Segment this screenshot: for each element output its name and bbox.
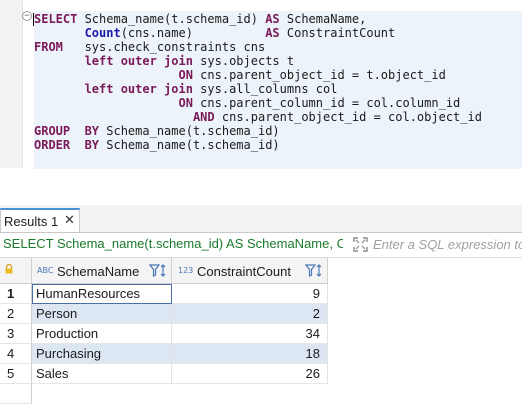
sql-text: Schema_name(t.schema_id) — [77, 12, 266, 26]
row-number[interactable]: 1 — [0, 284, 32, 304]
sql-code-line[interactable]: left outer join sys.objects t — [34, 54, 295, 68]
table-row[interactable]: 1 HumanResources 9 — [0, 284, 328, 304]
filter-sort-icon[interactable] — [148, 263, 169, 279]
column-header-constraintcount[interactable]: 123 ConstraintCount — [172, 258, 328, 284]
executed-query-text: SELECT Schema_name(t.schema_id) AS Schem… — [3, 236, 343, 251]
constraintcount-cell[interactable]: 18 — [172, 344, 328, 364]
sql-text: cns.parent_object_id = t.object_id — [192, 68, 446, 82]
column-header-schemaname[interactable]: ABC SchemaName — [32, 258, 172, 284]
sql-keyword: BY — [84, 124, 100, 138]
sql-keyword: BY — [84, 138, 100, 152]
grid-corner-header[interactable] — [0, 258, 32, 284]
sql-text: ConstraintCount — [279, 26, 396, 40]
constraintcount-cell[interactable]: 34 — [172, 324, 328, 344]
sql-keyword: AND — [192, 110, 215, 124]
column-header-label: ConstraintCount — [197, 264, 291, 279]
sql-code-line[interactable]: FROM sys.check_constraints cns — [34, 40, 265, 54]
constraintcount-cell[interactable]: 9 — [172, 284, 328, 304]
editor-gutter — [0, 0, 23, 168]
row-number[interactable]: 5 — [0, 364, 32, 384]
number-type-icon: 123 — [178, 266, 194, 275]
sql-code-line[interactable]: ON cns.parent_column_id = col.column_id — [34, 96, 461, 110]
row-number[interactable]: 4 — [0, 344, 32, 364]
result-grid[interactable]: ABC SchemaName 123 ConstraintCount 1 Hum… — [0, 258, 522, 410]
collapse-icon[interactable]: − — [22, 11, 32, 21]
filter-expression-input[interactable] — [373, 235, 522, 253]
schemaname-cell[interactable]: Purchasing — [32, 344, 172, 364]
filter-sort-icon[interactable] — [304, 263, 325, 279]
sql-keyword: ON — [178, 96, 193, 110]
sql-text: sys.check_constraints cns — [62, 40, 266, 54]
expand-filter-icon[interactable] — [353, 237, 368, 252]
table-row[interactable]: 2 Person 2 — [0, 304, 328, 324]
sql-keyword: ORDER — [34, 138, 71, 152]
sql-code-line[interactable]: SELECT Schema_name(t.schema_id) AS Schem… — [34, 12, 366, 26]
table-row[interactable]: 5 Sales 26 — [0, 364, 328, 384]
constraintcount-cell[interactable]: 2 — [172, 304, 328, 324]
sql-keyword: left outer join — [84, 82, 193, 96]
sql-text: Schema_name(t.schema_id) — [99, 138, 280, 152]
sql-text: sys.objects t — [192, 54, 295, 68]
schemaname-cell[interactable]: Production — [32, 324, 172, 344]
text-caret — [33, 13, 34, 26]
lock-icon — [4, 261, 14, 274]
sql-text: cns.parent_column_id = col.column_id — [192, 96, 461, 110]
text-type-icon: ABC — [37, 266, 54, 275]
row-number-empty — [0, 384, 32, 404]
close-icon[interactable]: ✕ — [64, 212, 75, 228]
sql-keyword: AS — [265, 26, 280, 40]
sql-text: cns.parent_object_id = col.object_id — [214, 110, 482, 124]
sql-keyword: SELECT — [34, 12, 78, 26]
constraintcount-cell[interactable]: 26 — [172, 364, 328, 384]
sql-text: SchemaName, — [279, 12, 367, 26]
sql-code-line[interactable]: ORDER BY Schema_name(t.schema_id) — [34, 138, 280, 152]
table-row[interactable]: 4 Purchasing 18 — [0, 344, 328, 364]
row-number[interactable]: 3 — [0, 324, 32, 344]
sql-text: sys.all_columns col — [192, 82, 338, 96]
tab-results-1[interactable]: Results 1 ✕ — [0, 208, 80, 232]
sql-code-line[interactable]: Count(cns.name) AS ConstraintCount — [34, 26, 396, 40]
column-header-label: SchemaName — [57, 264, 140, 279]
tab-label: Results 1 — [4, 214, 59, 229]
table-row[interactable]: 3 Production 34 — [0, 324, 328, 344]
schemaname-cell[interactable]: Person — [32, 304, 172, 324]
sql-code-line[interactable]: AND cns.parent_object_id = col.object_id — [34, 110, 482, 124]
sql-code-line[interactable]: GROUP BY Schema_name(t.schema_id) — [34, 124, 280, 138]
results-tab-bar: Results 1 ✕ — [0, 205, 522, 233]
sql-keyword: left outer join — [84, 54, 193, 68]
row-number[interactable]: 2 — [0, 304, 32, 324]
sql-text: Schema_name(t.schema_id) — [99, 124, 280, 138]
sql-text: (cns.name) — [120, 26, 266, 40]
sql-keyword: GROUP — [34, 124, 71, 138]
sql-editor[interactable]: − SELECT Schema_name(t.schema_id) AS Sch… — [0, 0, 522, 205]
empty-grid-row — [0, 384, 328, 404]
query-filter-bar: SELECT Schema_name(t.schema_id) AS Schem… — [0, 233, 522, 258]
sql-keyword: FROM — [34, 40, 63, 54]
schemaname-cell[interactable]: HumanResources — [32, 284, 172, 304]
sql-code-line[interactable]: ON cns.parent_object_id = t.object_id — [34, 68, 446, 82]
sql-keyword: ON — [178, 68, 193, 82]
sql-code-area[interactable]: SELECT Schema_name(t.schema_id) AS Schem… — [34, 11, 522, 169]
sql-function: Count — [84, 26, 121, 40]
schemaname-cell[interactable]: Sales — [32, 364, 172, 384]
sql-keyword: AS — [265, 12, 280, 26]
sql-code-line[interactable]: left outer join sys.all_columns col — [34, 82, 338, 96]
